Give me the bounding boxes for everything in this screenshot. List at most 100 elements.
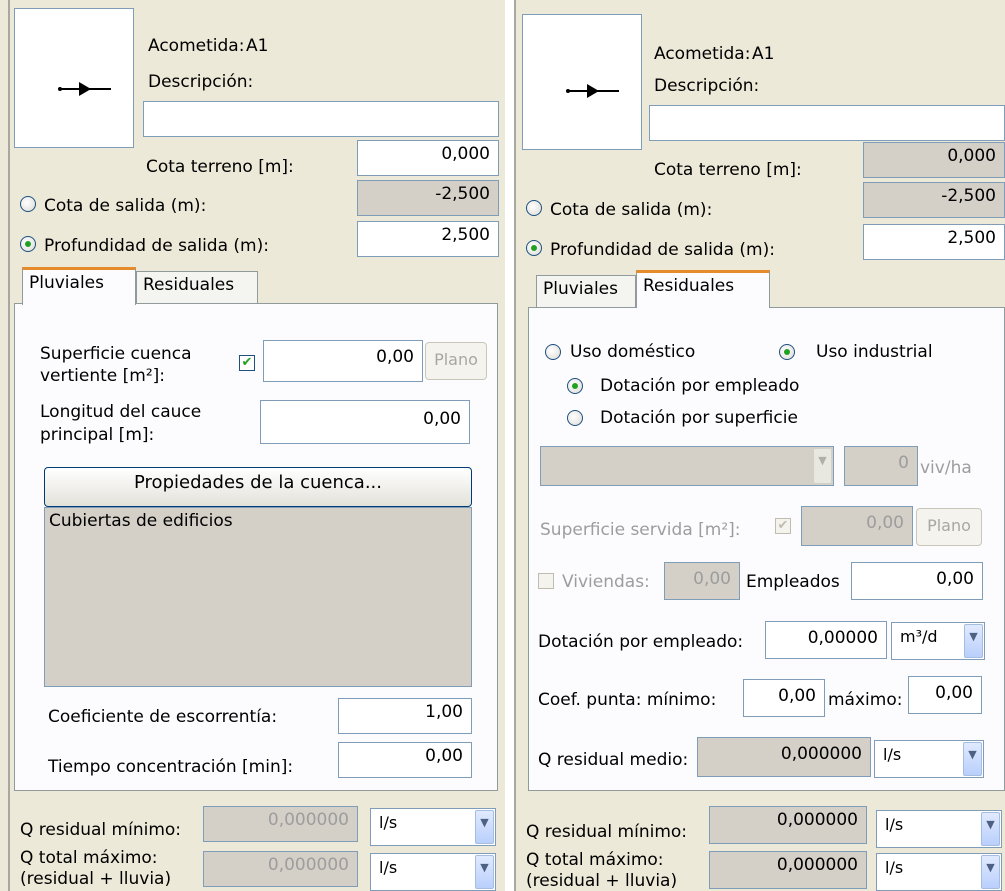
unit-label: l/s [379, 858, 398, 877]
coef-punta-label: Coef. punta: mínimo: [538, 690, 717, 710]
connection-thumbnail [522, 14, 642, 150]
acometida-value: A1 [752, 44, 775, 64]
q-residual-minimo-unit-select[interactable]: l/s ▼ [370, 808, 496, 846]
q-residual-medio-label: Q residual medio: [538, 750, 689, 770]
cota-salida-label: Cota de salida (m): [550, 200, 713, 220]
dotacion-input[interactable]: 0,00000 [765, 621, 887, 659]
cota-terreno-input[interactable]: 0,000 [357, 140, 499, 176]
dotacion-superficie-radio[interactable] [567, 410, 583, 426]
unit-label: l/s [379, 813, 398, 832]
superficie-checkbox[interactable]: ✔ [239, 355, 255, 371]
longitud-label-2: principal [m]: [40, 425, 155, 445]
viviendas-label: Viviendas: [562, 572, 650, 592]
q-residual-minimo-label: Q residual mínimo: [526, 822, 688, 842]
tab-pluviales[interactable]: Pluviales [536, 275, 636, 307]
superficie-cuenca-label-2: vertiente [m²]: [40, 366, 166, 386]
cota-salida-radio[interactable] [20, 196, 36, 212]
coeficiente-label: Coeficiente de escorrentía: [48, 707, 278, 727]
chevron-down-icon[interactable]: ▼ [963, 742, 982, 776]
left-panel-border [8, 0, 10, 891]
acometida-label: Acometida: [654, 44, 751, 64]
superficie-servida-checkbox: ✔ [775, 518, 791, 534]
tab-pluviales[interactable]: Pluviales [22, 267, 136, 305]
q-total-label-2: (residual + lluvia) [526, 871, 678, 891]
vivienda-type-select: ▼ [540, 446, 834, 486]
check-icon: ✔ [777, 518, 789, 533]
q-total-unit-select[interactable]: l/s ▼ [370, 853, 496, 891]
densidad-input: 0 [844, 446, 918, 486]
coef-maximo-input[interactable]: 0,00 [908, 676, 982, 714]
profundidad-radio[interactable] [20, 236, 36, 252]
q-total-input: 0,000000 [203, 851, 358, 887]
connection-arrow-icon [566, 84, 619, 98]
empleados-input[interactable]: 0,00 [851, 562, 983, 600]
chevron-down-icon[interactable]: ▼ [475, 855, 494, 889]
superficie-servida-label: Superficie servida [m²]: [540, 520, 741, 540]
descripcion-input[interactable] [649, 105, 1005, 141]
uso-domestico-radio[interactable] [545, 344, 561, 360]
dotacion-unit-select[interactable]: m³/d ▼ [891, 622, 985, 660]
maximo-label: máximo: [828, 690, 903, 710]
q-residual-minimo-input: 0,000000 [709, 806, 867, 844]
chevron-down-icon[interactable]: ▼ [964, 624, 983, 658]
check-icon: ✔ [241, 355, 253, 370]
cota-salida-input[interactable]: -2,500 [863, 182, 1005, 218]
q-total-unit-select[interactable]: l/s ▼ [876, 853, 1002, 891]
coeficiente-input[interactable]: 1,00 [338, 698, 472, 734]
profundidad-radio[interactable] [526, 240, 542, 256]
profundidad-label: Profundidad de salida (m): [44, 236, 269, 256]
profundidad-input[interactable]: 2,500 [863, 224, 1005, 260]
uso-industrial-label: Uso industrial [816, 342, 933, 362]
superficie-servida-input: 0,00 [801, 506, 913, 546]
tiempo-input[interactable]: 0,00 [338, 742, 472, 778]
connection-arrow-icon [58, 82, 111, 96]
cota-terreno-label: Cota terreno [m]: [146, 157, 294, 177]
propiedades-cuenca-button[interactable]: Propiedades de la cuenca... [44, 467, 472, 507]
profundidad-input[interactable]: 2,500 [357, 221, 499, 257]
descripcion-label: Descripción: [654, 76, 760, 96]
cota-terreno-input[interactable]: 0,000 [863, 142, 1005, 178]
tab-residuales[interactable]: Residuales [136, 271, 258, 303]
list-item[interactable]: Cubiertas de edificios [49, 511, 233, 531]
cota-salida-radio[interactable] [526, 200, 542, 216]
q-residual-medio-unit-select[interactable]: l/s ▼ [874, 740, 984, 778]
acometida-value: A1 [246, 36, 269, 56]
empleados-label: Empleados [746, 572, 840, 592]
chevron-down-icon[interactable]: ▼ [475, 810, 494, 844]
longitud-input[interactable]: 0,00 [260, 400, 470, 444]
q-total-input: 0,000000 [709, 851, 867, 889]
q-total-label-2: (residual + lluvia) [20, 869, 172, 889]
coef-minimo-input[interactable]: 0,00 [743, 679, 825, 717]
longitud-label: Longitud del cauce [40, 402, 202, 422]
plano-button: Plano [916, 508, 982, 546]
viviendas-checkbox [538, 573, 554, 589]
dotacion-empleado-label: Dotación por empleado [600, 376, 800, 396]
tab-residuales[interactable]: Residuales [636, 270, 770, 308]
superficie-cuenca-label: Superficie cuenca [40, 344, 192, 364]
cota-terreno-label: Cota terreno [m]: [654, 160, 802, 180]
chevron-down-icon[interactable]: ▼ [981, 855, 1000, 889]
q-residual-minimo-label: Q residual mínimo: [20, 820, 182, 840]
unit-label: l/s [883, 745, 902, 764]
densidad-unit-label: viv/ha [920, 458, 972, 478]
tiempo-label: Tiempo concentración [min]: [48, 757, 294, 777]
uso-domestico-label: Uso doméstico [570, 342, 696, 362]
viviendas-input: 0,00 [664, 562, 740, 600]
uso-industrial-radio[interactable] [779, 344, 795, 360]
q-total-label: Q total máximo: [20, 848, 158, 868]
cuenca-properties-list: Cubiertas de edificios [44, 507, 472, 687]
plano-button[interactable]: Plano [425, 342, 487, 380]
superficie-cuenca-input[interactable]: 0,00 [263, 340, 423, 382]
dotacion-empleado-radio[interactable] [567, 378, 583, 394]
chevron-down-icon[interactable]: ▼ [981, 812, 1000, 846]
unit-label: l/s [885, 815, 904, 834]
q-residual-minimo-unit-select[interactable]: l/s ▼ [876, 810, 1002, 848]
chevron-down-icon: ▼ [813, 448, 832, 484]
q-residual-medio-input: 0,000000 [697, 737, 871, 777]
unit-label: m³/d [900, 627, 938, 646]
descripcion-input[interactable] [143, 101, 499, 137]
dotacion-superficie-label: Dotación por superficie [600, 408, 798, 428]
dotacion-label: Dotación por empleado: [538, 632, 744, 652]
cota-salida-input[interactable]: -2,500 [357, 180, 499, 216]
descripcion-label: Descripción: [148, 72, 254, 92]
